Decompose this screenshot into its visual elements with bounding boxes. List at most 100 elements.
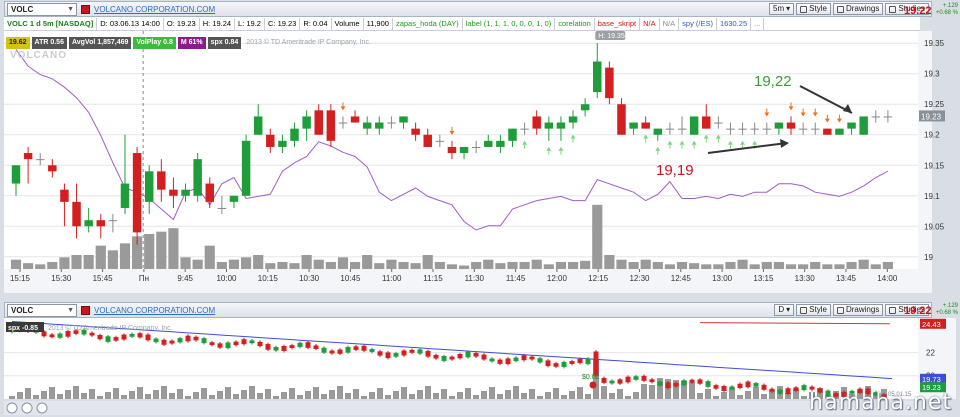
daily-volume-bar [497,394,503,399]
x-tick-label: 13:30 [795,274,816,283]
daily-volume-bar [393,391,399,399]
pencil-icon [836,5,844,13]
daily-volume-bar [377,388,383,399]
daily-candle-body [545,360,551,367]
daily-candle-body [601,377,607,383]
x-tick-label: 11:45 [506,274,526,283]
daily-candle-body [585,358,591,365]
daily-volume-bar [241,390,247,399]
candle-body [726,128,735,130]
volume-bar [107,250,118,269]
candle-body [786,122,796,129]
candle-body [278,140,287,147]
study-base-skript[interactable]: base_skript [595,17,641,30]
x-tick-label: 15:30 [51,274,72,283]
candle-body [375,122,384,129]
spy-label[interactable]: spy (/ES) [679,17,717,30]
candle-body [266,134,275,147]
volume-bar [543,264,554,269]
study-label[interactable]: label (1, 1, 1, 0, 0, 0, 1, 0) [463,17,556,30]
x-tick-label: 15:15 [10,274,31,283]
timeframe-button-bottom[interactable]: D ▾ [774,304,795,316]
candle-body [411,128,420,135]
study-zapas[interactable]: zapas_hoda (DAY) [393,17,463,30]
price-chart[interactable]: 19.35 19.3 19.25 19.2 19.15 19.1 19.05 19 H: 19.… [0,31,960,311]
volume-bar [834,264,845,269]
daily-candle-body [369,349,375,352]
daily-candle-body [465,351,471,358]
daily-volume-bar [345,393,351,399]
candle-body [629,122,638,129]
copyright: 2013 © TD Ameritrade IP Company, Inc. [246,39,371,46]
candle-body [762,128,772,130]
volume-bar [846,262,857,269]
volume-bar [446,264,458,269]
daily-volume-bar [761,394,767,399]
volume-bar [555,262,567,269]
bottom-chart-toolbar: VOLC ▼ VOLCANO CORPORATION.COM D ▾ Style … [4,302,932,318]
alert-icon[interactable] [81,4,90,14]
candle-body [738,128,747,130]
y-tick-label: 19.15 [924,161,945,170]
volume-bar [410,263,421,269]
candle-body [810,128,820,130]
volume-bar [204,245,215,269]
daily-volume-bar [633,392,639,399]
daily-candle-body [505,358,511,365]
company-link-bottom[interactable]: VOLCANO CORPORATION.COM [94,306,215,315]
style-button-bottom[interactable]: Style [796,304,831,316]
site-watermark: hamaha.net [809,390,952,415]
daily-candle-body [409,349,415,353]
study-corelation[interactable]: corelation [555,17,595,30]
timeframe-button[interactable]: 5m ▾ [769,3,795,15]
daily-candle-body [769,388,775,392]
drawings-button[interactable]: Drawings [832,3,884,15]
symbol-input-bottom[interactable]: VOLC ▼ [7,303,77,317]
daily-candle-body [457,354,463,359]
x-tick-label: 10:15 [258,274,279,283]
candle-body [23,153,33,160]
daily-candle-body [361,345,367,351]
x-tick-label: 11:30 [465,274,485,283]
chevron-down-icon[interactable]: ▼ [67,4,76,15]
daily-volume-bar [9,396,15,399]
company-link[interactable]: VOLCANO CORPORATION.COM [94,5,215,14]
daily-candle-body [353,346,359,350]
daily-candle-body [97,334,103,340]
study-badges: 19.62 ATR 0.56 AvgVol 1,857,469 VolPlay … [6,37,374,49]
daily-candle-body [521,355,527,361]
symbol-input[interactable]: VOLC ▼ [7,2,77,16]
volume-bar [713,264,724,269]
x-tick-label: 10:30 [299,274,320,283]
daily-volume-bar [417,390,423,399]
daily-volume-bar [169,393,175,399]
daily-candle-body [689,379,695,383]
daily-candle-body [433,354,439,359]
chevron-down-icon[interactable]: ▼ [67,305,76,316]
daily-volume-bar [201,388,207,399]
daily-candle-body [233,341,239,346]
candle-body [399,116,408,123]
style-button[interactable]: Style [796,3,831,15]
candle-body [544,122,554,129]
daily-candle-body [273,346,279,351]
daily-volume-bar [641,384,647,399]
alert-icon[interactable] [81,305,90,315]
candle-body [689,116,699,135]
volume-bar [362,255,373,269]
daily-volume-bar [601,386,607,399]
candle-body [314,110,323,135]
range-value: R: 0.04 [300,17,332,30]
volume-bar [83,255,94,269]
volume-bar [749,264,760,269]
candle-body [144,171,154,202]
daily-candle-body [385,352,391,359]
daily-candle-body [473,352,479,357]
symbol-watermark: VOLCANO [10,50,67,61]
volplay-badge: VolPlay 0.8 [133,37,176,49]
drawings-button-bottom[interactable]: Drawings [832,304,884,316]
volume-bar [580,260,591,269]
daily-candle-body [105,336,111,342]
daily-candle-body [89,332,95,336]
daily-candle-body [417,349,423,354]
